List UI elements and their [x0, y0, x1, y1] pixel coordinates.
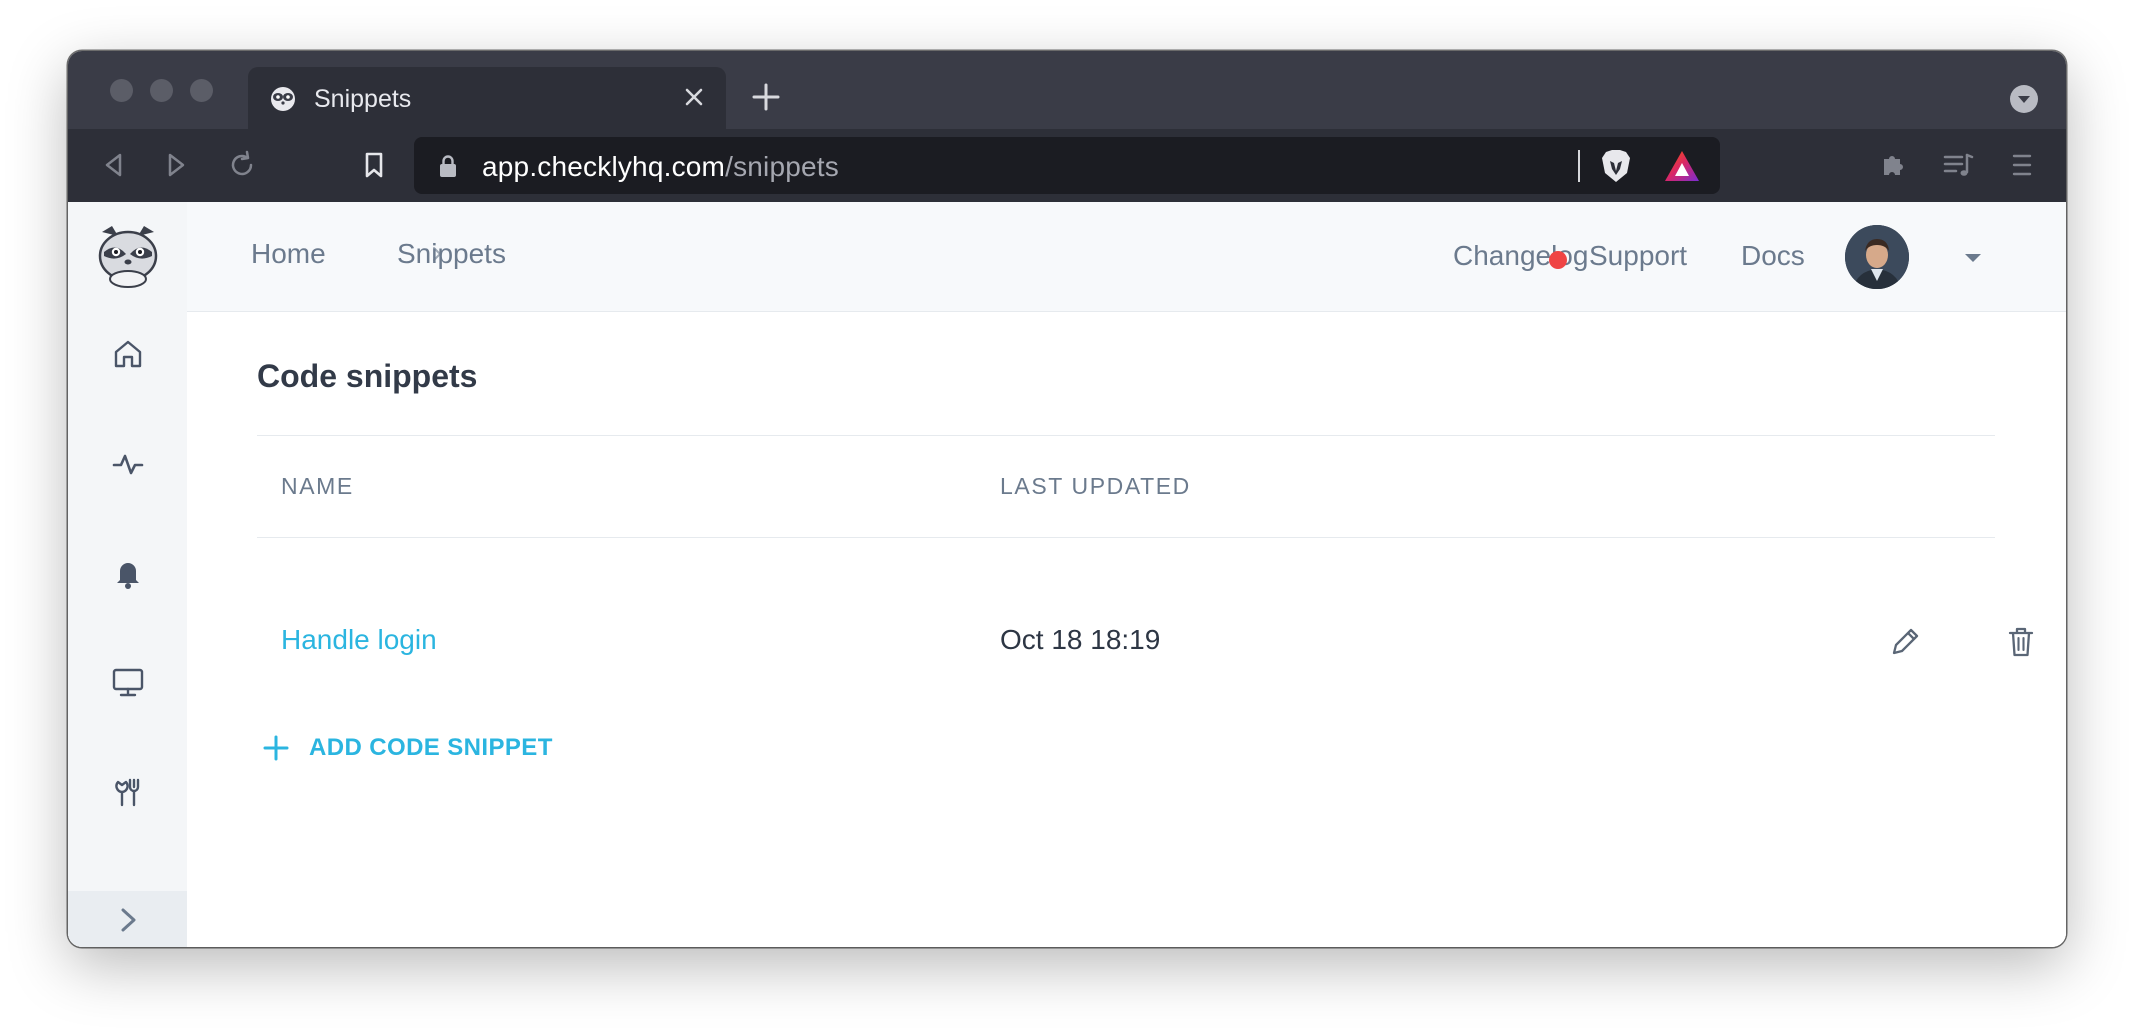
- window-minimize-button[interactable]: [150, 79, 173, 102]
- brave-rewards-icon[interactable]: [1663, 149, 1701, 183]
- main-content: Code snippets NAME LAST UPDATED Handle l…: [187, 312, 2066, 947]
- new-tab-plus-icon[interactable]: [748, 79, 784, 115]
- status-indicator-dot: [1549, 251, 1567, 269]
- plus-icon: [263, 735, 289, 761]
- column-header-last-updated: LAST UPDATED: [1000, 473, 1191, 499]
- address-bar[interactable]: app.checklyhq.com/snippets: [414, 137, 1720, 194]
- edit-pencil-icon[interactable]: [1887, 624, 1923, 660]
- breadcrumb-home[interactable]: Home: [251, 238, 326, 270]
- browser-toolbar: app.checklyhq.com/snippets: [68, 129, 2066, 202]
- brave-shields-icon[interactable]: [1598, 147, 1634, 185]
- support-link[interactable]: Support: [1589, 240, 1687, 272]
- chevron-right-icon: [121, 908, 136, 932]
- delete-trash-icon[interactable]: [2003, 624, 2039, 660]
- user-avatar[interactable]: [1845, 225, 1909, 289]
- avatar-photo: [1845, 225, 1909, 289]
- reload-icon[interactable]: [224, 147, 260, 183]
- back-arrow-icon[interactable]: [96, 147, 132, 183]
- page-title: Code snippets: [257, 358, 478, 394]
- tools-icon[interactable]: [110, 774, 146, 810]
- divider: [257, 537, 1995, 538]
- activity-icon[interactable]: [110, 446, 146, 482]
- docs-link[interactable]: Docs: [1741, 240, 1805, 272]
- bell-icon[interactable]: [110, 555, 146, 591]
- lock-icon: [440, 155, 456, 177]
- browser-window: Snippets app.checklyhq.com/snippets Home…: [68, 51, 2066, 947]
- sidebar: [68, 202, 187, 947]
- add-code-snippet-button[interactable]: ADD CODE SNIPPET: [261, 728, 553, 768]
- url-divider: [1578, 150, 1580, 182]
- breadcrumb-current: Snippets: [397, 238, 506, 269]
- column-header-name: NAME: [281, 473, 354, 499]
- app-viewport: Home Snippets Changelog Support Docs Cod…: [68, 202, 2066, 947]
- window-zoom-button[interactable]: [190, 79, 213, 102]
- raccoon-favicon-icon: [271, 87, 295, 111]
- snippet-last-updated: Oct 18 18:19: [1000, 624, 1161, 655]
- monitor-icon[interactable]: [110, 664, 146, 700]
- browser-tab[interactable]: Snippets: [248, 67, 726, 129]
- tab-title: Snippets: [314, 85, 412, 113]
- tabs-dropdown-icon[interactable]: [2010, 85, 2038, 113]
- user-menu-caret-icon[interactable]: [1965, 254, 1981, 262]
- forward-arrow-icon[interactable]: [158, 147, 194, 183]
- app-header: Home Snippets Changelog Support Docs: [187, 202, 2066, 312]
- url-host: app.checklyhq.com: [482, 151, 726, 182]
- close-tab-icon[interactable]: [678, 81, 710, 113]
- divider: [257, 435, 1995, 436]
- menu-hamburger-icon[interactable]: [2004, 147, 2040, 183]
- snippet-name-link[interactable]: Handle login: [281, 624, 437, 656]
- media-playlist-icon[interactable]: [1940, 147, 1976, 183]
- bookmark-icon[interactable]: [356, 147, 392, 183]
- browser-titlebar: Snippets: [68, 51, 2066, 129]
- add-code-snippet-label: ADD CODE SNIPPET: [309, 734, 553, 761]
- checkly-raccoon-logo[interactable]: [92, 222, 164, 288]
- url-path: /snippets: [725, 151, 839, 182]
- home-icon[interactable]: [110, 336, 146, 372]
- window-close-button[interactable]: [110, 79, 133, 102]
- sidebar-expand-button[interactable]: [68, 891, 187, 947]
- changelog-link[interactable]: Changelog: [1453, 240, 1588, 272]
- extensions-puzzle-icon[interactable]: [1876, 147, 1912, 183]
- url-text: app.checklyhq.com/snippets: [482, 151, 839, 183]
